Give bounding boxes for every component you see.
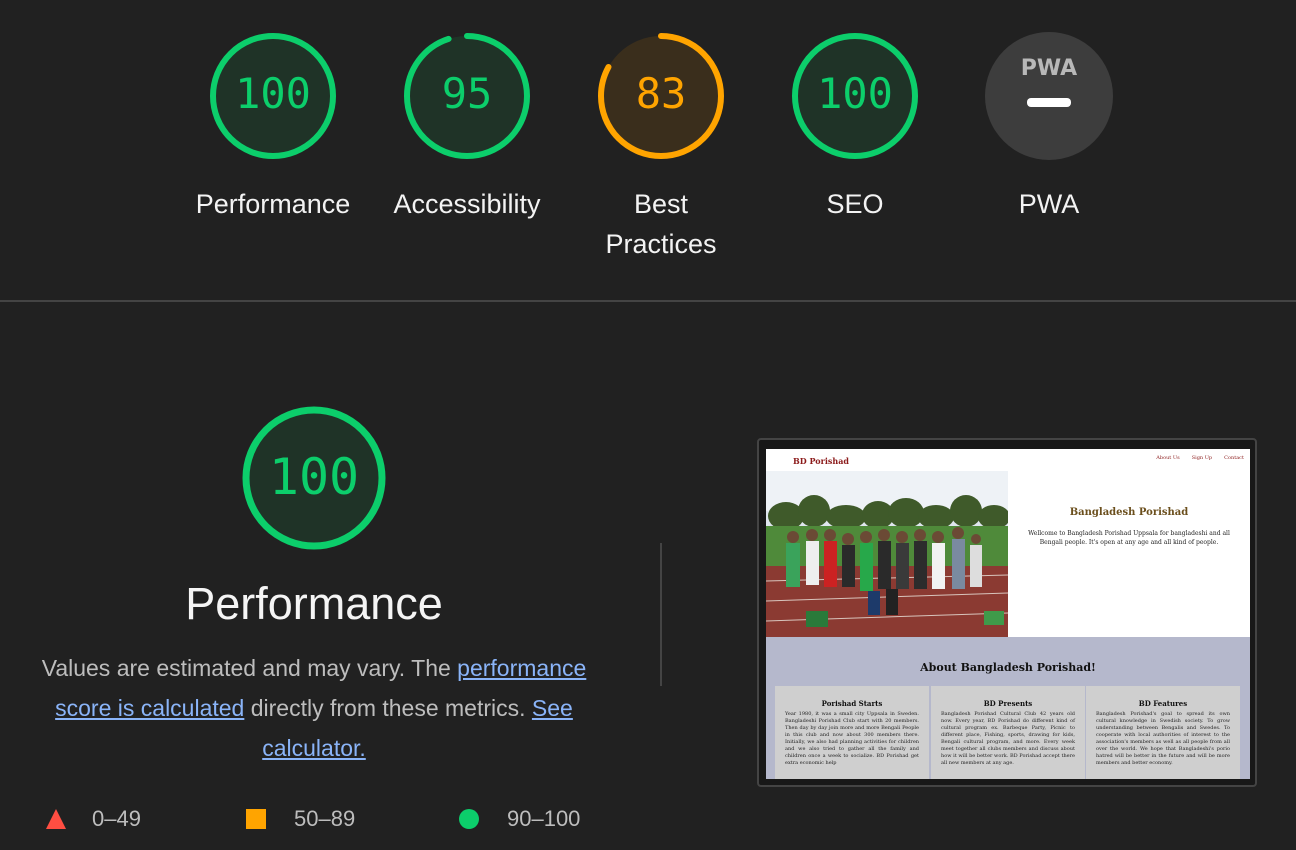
site-about-title: About Bangladesh Porishad! [920,661,1096,674]
gauge-performance[interactable]: 100 Performance [173,30,373,224]
site-card-text: Bangladesh Porishad's goal to spread its… [1096,711,1230,766]
gauge-pwa[interactable]: PWA PWA [949,30,1149,224]
gauge-score: 100 [235,69,311,118]
gauge-label-line1: Best [633,189,689,219]
circle-icon [459,809,479,829]
gauge-seo[interactable]: 100 SEO [755,30,955,224]
site-card-title: BD Features [1138,699,1188,708]
legend-range: 50–89 [294,806,356,831]
group-photo [766,471,1008,637]
site-navbar: BD Porishad About Us Sign Up Contact [766,449,1250,471]
gauge-accessibility[interactable]: 95 Accessibility [367,30,567,224]
performance-description: Values are estimated and may vary. The p… [24,648,604,768]
site-card: Porishad Starts Year 1980, it was a smal… [775,686,929,779]
site-hero-text: Wellcome to Bangladesh Porishad Uppsala … [1028,530,1230,546]
gauge-label: Performance [195,189,351,219]
site-brand: BD Porishad [793,456,849,466]
legend-range: 90–100 [507,806,581,831]
legend-average: 50–89 [246,802,355,836]
gauge-best-practices[interactable]: 83 Best Practices [561,30,761,264]
site-nav-link: Contact [1224,455,1244,461]
gauge-score: 83 [635,69,687,118]
desc-text: Values are estimated and may vary. The [41,655,458,681]
final-screenshot: BD Porishad About Us Sign Up Contact Ban… [766,449,1250,779]
pwa-badge-icon: PWA [985,32,1113,160]
category-gauges: 100 Performance 95 Accessibility 83 Best… [0,0,1296,300]
desc-text: directly from these metrics. [244,695,532,721]
site-card-title: BD Presents [983,699,1033,708]
triangle-icon [46,809,66,829]
gauge-label: PWA [1018,189,1080,219]
site-card-text: Year 1980, it was a small city Uppsala i… [785,711,919,766]
section-divider [0,300,1296,302]
gauge-label: Accessibility [393,189,541,219]
score-legend: 0–49 50–89 90–100 [0,802,640,836]
performance-title: Performance [185,578,443,629]
site-hero-title: Bangladesh Porishad [1069,507,1189,518]
site-nav-link: About Us [1156,455,1180,461]
site-card-title: Porishad Starts [821,699,883,708]
performance-score: 100 [268,448,360,506]
gauge-score: 95 [441,69,493,118]
site-card-text: Bangladesh Porishad Cultural Club 42 yea… [941,711,1075,766]
site-card: BD Presents Bangladesh Porishad Cultural… [931,686,1085,779]
site-nav-links: About Us Sign Up Contact [1156,455,1244,461]
gauge-label-line2: Practices [605,229,717,259]
legend-fail: 0–49 [46,802,141,836]
gauge-score: 100 [817,69,893,118]
legend-range: 0–49 [92,806,141,831]
vertical-separator [660,543,662,686]
square-icon [246,809,266,829]
pwa-logo-text: PWA [1021,56,1077,81]
legend-pass: 90–100 [459,802,580,836]
site-card: BD Features Bangladesh Porishad's goal t… [1086,686,1240,779]
site-nav-link: Sign Up [1191,455,1213,461]
gauge-label: Best Practices [561,184,761,264]
pwa-dash [1027,98,1071,107]
gauge-label: SEO [826,189,884,219]
